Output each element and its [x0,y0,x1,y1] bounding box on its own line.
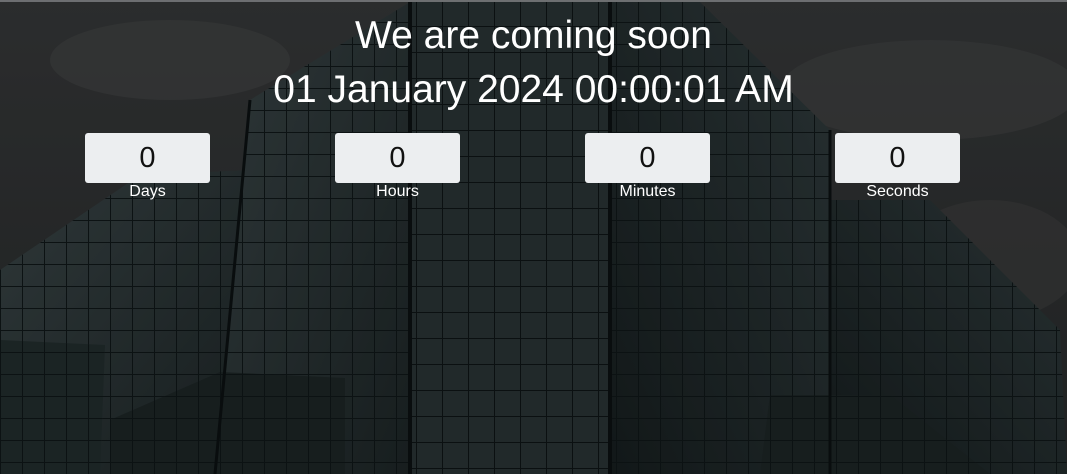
countdown-hours-label: Hours [376,183,419,200]
countdown-days-label: Days [129,183,166,200]
countdown-minutes-label: Minutes [619,183,676,200]
top-border [0,0,1067,2]
target-date: 01 January 2024 00:00:01 AM [273,68,794,111]
countdown-seconds: 0 Seconds [835,133,960,200]
countdown-hours-value: 0 [335,133,460,183]
countdown-minutes-value: 0 [585,133,710,183]
countdown-seconds-label: Seconds [866,183,929,200]
page-title: We are coming soon [355,14,712,57]
countdown-days: 0 Days [85,133,210,200]
countdown-seconds-value: 0 [835,133,960,183]
countdown-minutes: 0 Minutes [585,133,710,200]
countdown-days-value: 0 [85,133,210,183]
countdown-hours: 0 Hours [335,133,460,200]
